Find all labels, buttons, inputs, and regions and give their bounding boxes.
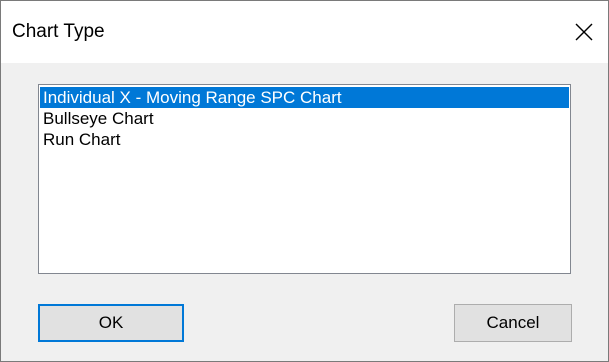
list-item-bullseye-chart[interactable]: Bullseye Chart <box>40 108 569 129</box>
dialog-title: Chart Type <box>12 21 105 42</box>
ok-button[interactable]: OK <box>38 304 184 342</box>
list-item-run-chart[interactable]: Run Chart <box>40 129 569 150</box>
chart-type-listbox[interactable]: Individual X - Moving Range SPC Chart Bu… <box>38 84 571 274</box>
close-button[interactable] <box>562 9 608 55</box>
list-item-individual-x-moving-range[interactable]: Individual X - Moving Range SPC Chart <box>40 87 569 108</box>
chart-type-dialog: Chart Type Individual X - Moving Range S… <box>0 0 609 362</box>
cancel-button[interactable]: Cancel <box>454 304 572 342</box>
title-bar: Chart Type <box>1 1 608 63</box>
close-icon <box>575 23 593 41</box>
